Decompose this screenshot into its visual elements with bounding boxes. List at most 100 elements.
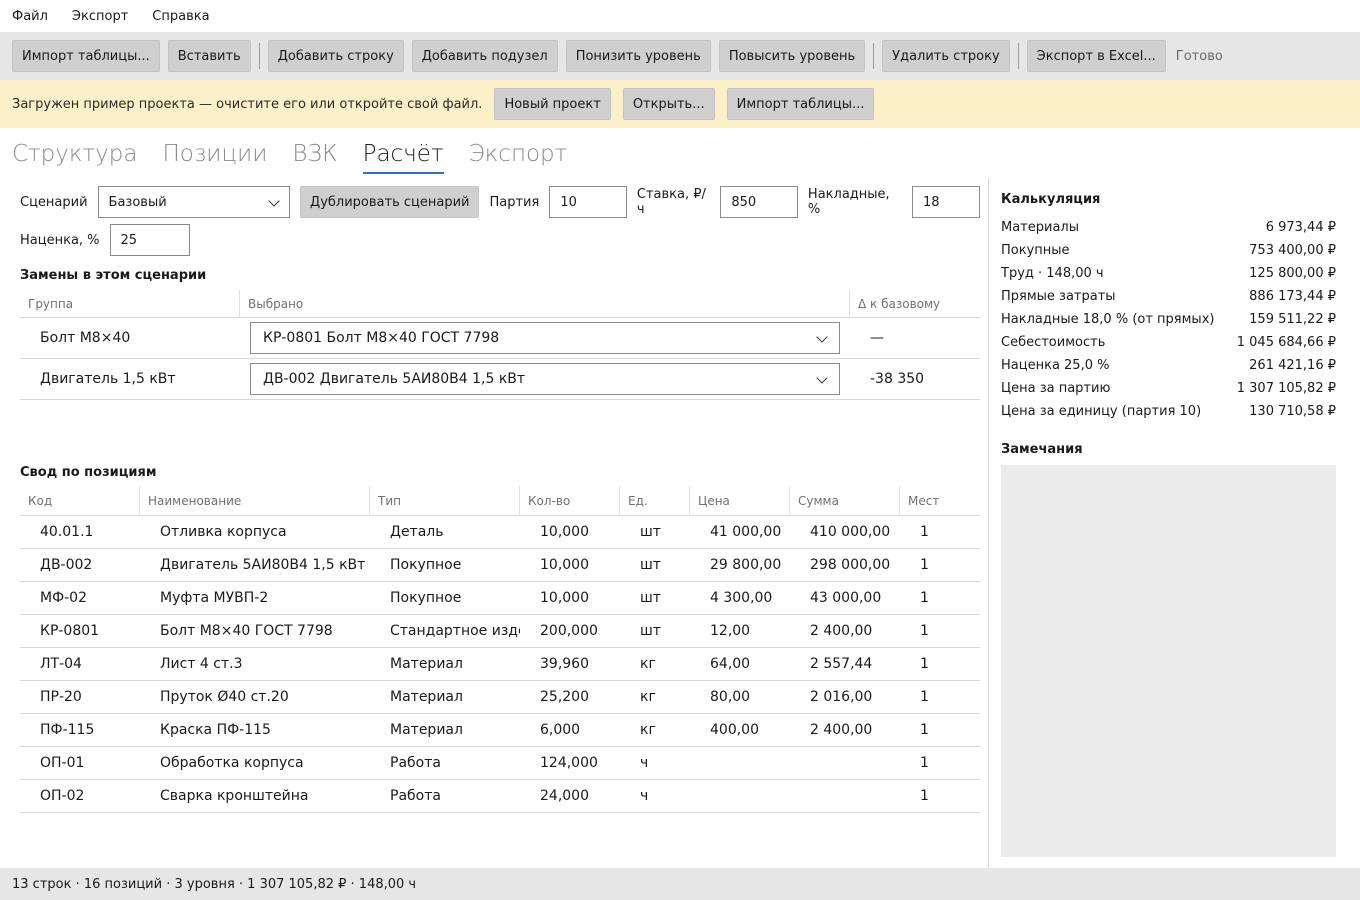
replacement-selected-value: ДВ-002 Двигатель 5АИ80В4 1,5 кВт [263,371,526,387]
banner-import-table-button[interactable]: Импорт таблицы... [726,88,875,120]
summary-code: ОП-01 [40,755,85,771]
summary-unit: шт [640,590,661,606]
toolbar-separator [258,43,260,69]
column-header-group[interactable]: Группа [20,289,240,318]
column-header-name[interactable]: Наименование [140,486,370,516]
export-excel-button[interactable]: Экспорт в Excel... [1026,40,1166,72]
import-table-button[interactable]: Импорт таблицы... [12,40,160,72]
column-header-code[interactable]: Код [20,486,140,516]
new-project-button[interactable]: Новый проект [494,88,611,120]
column-header-qty[interactable]: Кол-во [520,486,620,516]
add-subnode-button[interactable]: Добавить подузел [411,40,558,72]
column-header-selected[interactable]: Выбрано [240,289,850,318]
column-header-delta[interactable]: Δ к базовому [850,290,980,318]
markup-input[interactable]: 25 [109,224,190,256]
rate-input[interactable]: 850 [720,186,798,218]
summary-price: 64,00 [710,656,751,672]
overhead-input[interactable]: 18 [912,186,981,218]
summary-seats: 1 [920,656,929,672]
toolbar: Импорт таблицы... Вставить Добавить стро… [0,32,1360,80]
scenario-select[interactable]: Базовый [97,186,291,218]
summary-sum: 2 400,00 [810,722,873,738]
menu-export[interactable]: Экспорт [72,9,128,24]
table-row[interactable]: ДВ-002 Двигатель 5АИ80В4 1,5 кВт Покупное 1… [20,549,980,582]
table-row[interactable]: 40.01.1 Отливка корпуса Деталь 10,000 шт 41 0… [20,516,980,549]
table-row: Болт М8×40 КР-0801 Болт М8×40 ГОСТ 7798 … [20,318,980,359]
summary-name: Сварка кронштейна [160,788,309,804]
markup-value: 25 [120,232,138,248]
markup-label: Наценка, % [20,232,100,248]
calc-row: Цена за единицу (партия 10) 130 710,58 ₽ [1001,400,1336,423]
summary-name: Лист 4 ст.3 [160,656,243,672]
chevron-down-icon [817,374,827,384]
column-header-price[interactable]: Цена [690,486,790,516]
table-row[interactable]: МФ-02 Муфта МУВП-2 Покупное 10,000 шт 4 300,0… [20,582,980,615]
table-row[interactable]: ПФ-115 Краска ПФ-115 Материал 6,000 кг 400,00… [20,714,980,747]
summary-seats: 1 [920,689,929,705]
calc-label: Себестоимость [1001,335,1106,350]
column-header-unit[interactable]: Ед. [620,486,690,516]
menu-file[interactable]: Файл [12,9,48,24]
column-header-sum[interactable]: Сумма [790,486,900,516]
panel-splitter[interactable] [988,178,989,868]
scenario-value: Базовый [108,194,167,210]
demote-button[interactable]: Понизить уровень [565,40,711,72]
duplicate-scenario-button[interactable]: Дублировать сценарий [300,186,480,218]
table-row[interactable]: ОП-02 Сварка кронштейна Работа 24,000 ч 1 [20,780,980,813]
summary-type: Работа [390,755,441,771]
tab-calculation[interactable]: Расчёт [362,138,444,174]
insert-button[interactable]: Вставить [167,40,251,72]
tab-export[interactable]: Экспорт [469,138,568,174]
column-header-seats[interactable]: Мест [900,486,980,516]
replacement-select[interactable]: ДВ-002 Двигатель 5АИ80В4 1,5 кВт [250,363,840,395]
summary-type: Деталь [390,524,444,540]
summary-seats: 1 [920,623,929,639]
calc-label: Накладные 18,0 % (от прямых) [1001,312,1215,327]
summary-name: Пруток Ø40 ст.20 [160,689,289,705]
replacement-delta: -38 350 [870,371,925,387]
table-row[interactable]: КР-0801 Болт М8×40 ГОСТ 7798 Стандартное и… [20,615,980,648]
summary-name: Двигатель 5АИ80В4 1,5 кВт [160,557,366,573]
tab-vzk[interactable]: ВЗК [292,138,337,174]
calc-row: Труд · 148,00 ч 125 800,00 ₽ [1001,262,1336,285]
tab-structure[interactable]: Структура [12,138,137,174]
calc-row: Материалы 6 973,44 ₽ [1001,216,1336,239]
summary-code: КР-0801 [40,623,100,639]
calc-row: Себестоимость 1 045 684,66 ₽ [1001,331,1336,354]
menu-help[interactable]: Справка [152,9,209,24]
replacement-group: Болт М8×40 [40,330,131,346]
add-row-button[interactable]: Добавить строку [267,40,404,72]
summary-price: 41 000,00 [710,524,782,540]
table-row[interactable]: ОП-01 Обработка корпуса Работа 124,000 ч 1 [20,747,980,780]
promote-button[interactable]: Повысить уровень [718,40,866,72]
delete-row-button[interactable]: Удалить строку [882,40,1010,72]
summary-qty: 10,000 [540,557,589,573]
calculation-main-panel: Сценарий Базовый Дублировать сценарий Па… [0,178,988,868]
summary-unit: шт [640,557,661,573]
summary-price: 12,00 [710,623,751,639]
replacement-select[interactable]: КР-0801 Болт М8×40 ГОСТ 7798 [250,322,840,354]
summary-sum: 2 400,00 [810,623,873,639]
calc-value: 753 400,00 ₽ [1249,243,1336,258]
summary-type: Работа [390,788,441,804]
calculation-list: Материалы 6 973,44 ₽ Покупные 753 400,00 ₽ Т… [1001,216,1336,423]
summary-sum: 410 000,00 [810,524,891,540]
calc-label: Труд · 148,00 ч [1001,266,1104,281]
summary-name: Краска ПФ-115 [160,722,271,738]
batch-value: 10 [560,194,577,210]
open-button[interactable]: Открыть... [622,88,715,120]
calc-value: 159 511,22 ₽ [1249,312,1336,327]
summary-qty: 124,000 [540,755,598,771]
summary-type: Покупное [390,590,462,606]
tab-positions[interactable]: Позиции [162,138,267,174]
notes-area[interactable] [1001,465,1336,857]
calc-label: Цена за единицу (партия 10) [1001,404,1202,419]
replacements-header: Группа Выбрано Δ к базовому [20,289,980,318]
replacements-table: Группа Выбрано Δ к базовому Болт М8×40 К… [20,289,980,400]
batch-input[interactable]: 10 [549,186,627,218]
column-header-type[interactable]: Тип [370,486,520,516]
table-row[interactable]: ЛТ-04 Лист 4 ст.3 Материал 39,960 кг 64,00 2 5… [20,648,980,681]
table-row[interactable]: ПР-20 Пруток Ø40 ст.20 Материал 25,200 кг 80,… [20,681,980,714]
batch-label: Партия [489,194,540,210]
summary-sum: 43 000,00 [810,590,882,606]
